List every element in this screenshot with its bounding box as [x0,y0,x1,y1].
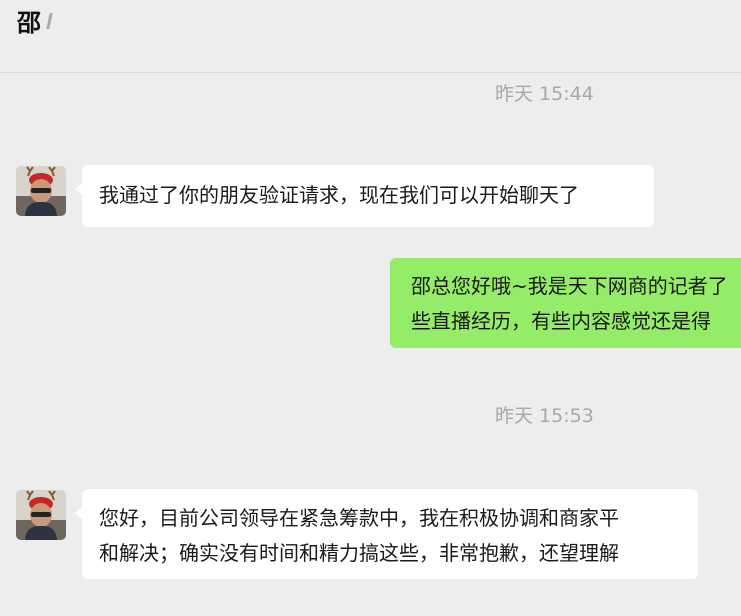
message-timestamp: 昨天 15:53 [495,405,594,427]
message-text: 和解决；确实没有时间和精力搞这些，非常抱歉，还望理解 [99,541,619,565]
contact-avatar[interactable] [16,490,66,540]
avatar-photo-icon [16,490,66,540]
message-timestamp: 昨天 15:44 [495,83,594,105]
message-text: 我通过了你的朋友验证请求，现在我们可以开始聊天了 [99,183,579,207]
message-text: 您好，目前公司领导在紧急筹款中，我在积极协调和商家平 [99,506,619,530]
incoming-message-bubble[interactable]: 您好，目前公司领导在紧急筹款中，我在积极协调和商家平 和解决；确实没有时间和精力… [75,489,698,579]
incoming-message-bubble[interactable]: 我通过了你的朋友验证请求，现在我们可以开始聊天了 [75,165,654,227]
outgoing-message-bubble[interactable]: 邵总您好哦~我是天下网商的记者了 些直播经历，有些内容感觉还是得 [390,258,741,348]
contact-avatar[interactable] [16,166,66,216]
chat-title[interactable]: 邵 [17,8,41,38]
message-text: 些直播经历，有些内容感觉还是得 [411,309,711,333]
chat-header: 邵 [0,0,741,73]
message-text: 邵总您好哦~我是天下网商的记者了 [411,274,728,298]
muted-mark-icon [46,13,53,29]
avatar-photo-icon [16,166,66,216]
